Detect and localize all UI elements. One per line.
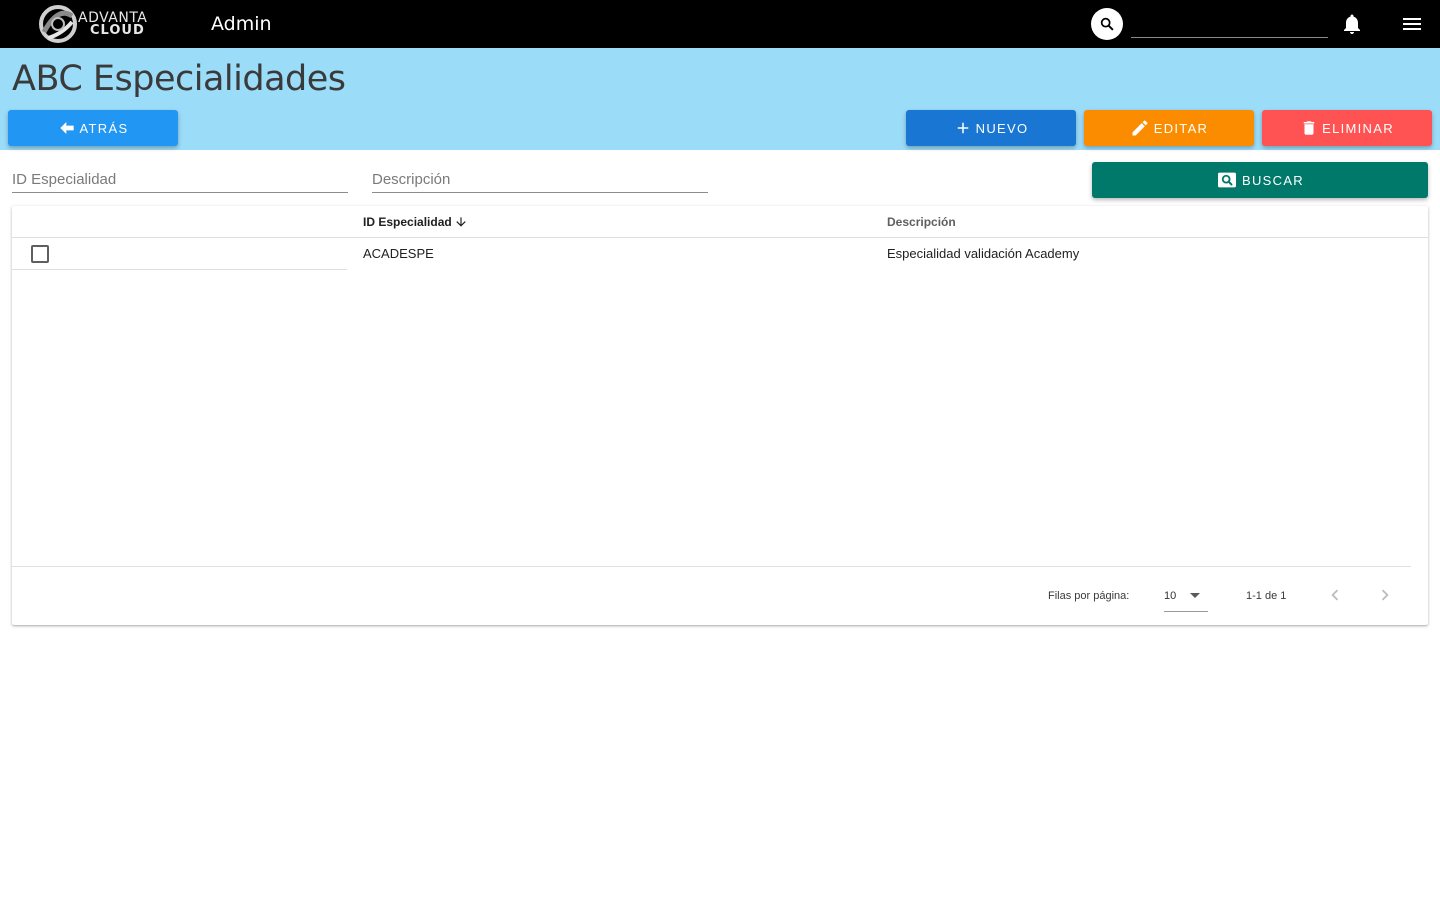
search-button[interactable]: BUSCAR	[1092, 162, 1428, 198]
notifications-button[interactable]	[1340, 12, 1364, 36]
delete-button-label: ELIMINAR	[1322, 120, 1394, 136]
rows-per-page-value: 10	[1164, 590, 1177, 602]
cell-id-especialidad: ACADESPE	[363, 246, 434, 261]
data-table: ID Especialidad Descripción ACADESPE Esp…	[12, 206, 1428, 625]
menu-icon	[1403, 18, 1421, 30]
caret-down-icon	[1190, 593, 1200, 598]
column-header-id-especialidad[interactable]: ID Especialidad	[363, 215, 468, 229]
column-header-descripcion-label: Descripción	[887, 215, 956, 229]
bell-icon	[1344, 14, 1360, 34]
main-menu-button[interactable]	[1400, 12, 1424, 36]
top-app-bar: ADVANTA CLOUD Admin	[0, 0, 1440, 48]
trash-icon	[1303, 121, 1315, 135]
column-header-id-label: ID Especialidad	[363, 215, 452, 229]
edit-button[interactable]: EDITAR	[1084, 110, 1254, 146]
search-button-label: BUSCAR	[1242, 172, 1304, 188]
row-divider	[12, 269, 347, 270]
delete-button[interactable]: ELIMINAR	[1262, 110, 1432, 146]
descripcion-field	[372, 166, 708, 193]
pencil-icon	[1132, 120, 1148, 136]
row-select-checkbox[interactable]	[31, 245, 49, 263]
logo-text-cloud: CLOUD	[90, 23, 145, 38]
edit-button-label: EDITAR	[1153, 120, 1209, 136]
advanta-cloud-logo[interactable]: ADVANTA CLOUD	[36, 4, 161, 44]
cell-descripcion: Especialidad validación Academy	[887, 246, 1080, 261]
column-header-descripcion[interactable]: Descripción	[887, 215, 956, 229]
back-button-label: ATRÁS	[79, 120, 129, 136]
page-title: ABC Especialidades	[12, 59, 346, 99]
logo-emblem-icon	[39, 5, 77, 43]
table-row[interactable]	[12, 238, 1428, 270]
app-title: Admin	[211, 13, 272, 35]
arrow-down-sort-icon	[456, 217, 466, 227]
pagination-range: 1-1 de 1	[1246, 590, 1287, 602]
image-search-icon	[1218, 172, 1236, 188]
next-page-button[interactable]	[1374, 584, 1396, 606]
top-search-button[interactable]	[1091, 8, 1123, 40]
id-especialidad-field	[12, 166, 348, 193]
chevron-left-icon	[1331, 589, 1339, 601]
chevron-right-icon	[1381, 589, 1389, 601]
new-button[interactable]: NUEVO	[906, 110, 1076, 146]
top-search-input[interactable]	[1131, 10, 1328, 38]
back-button[interactable]: ATRÁS	[8, 110, 178, 146]
arrow-left-icon	[59, 122, 74, 134]
table-header: ID Especialidad Descripción	[12, 206, 1428, 238]
footer-divider	[12, 566, 1411, 567]
id-especialidad-input[interactable]	[12, 166, 348, 192]
rows-per-page-label: Filas por página:	[1048, 590, 1130, 602]
previous-page-button[interactable]	[1324, 584, 1346, 606]
search-icon	[1100, 17, 1114, 31]
descripcion-input[interactable]	[372, 166, 708, 192]
plus-icon	[957, 122, 968, 134]
new-button-label: NUEVO	[975, 120, 1029, 136]
rows-per-page-select[interactable]: 10	[1164, 582, 1208, 612]
